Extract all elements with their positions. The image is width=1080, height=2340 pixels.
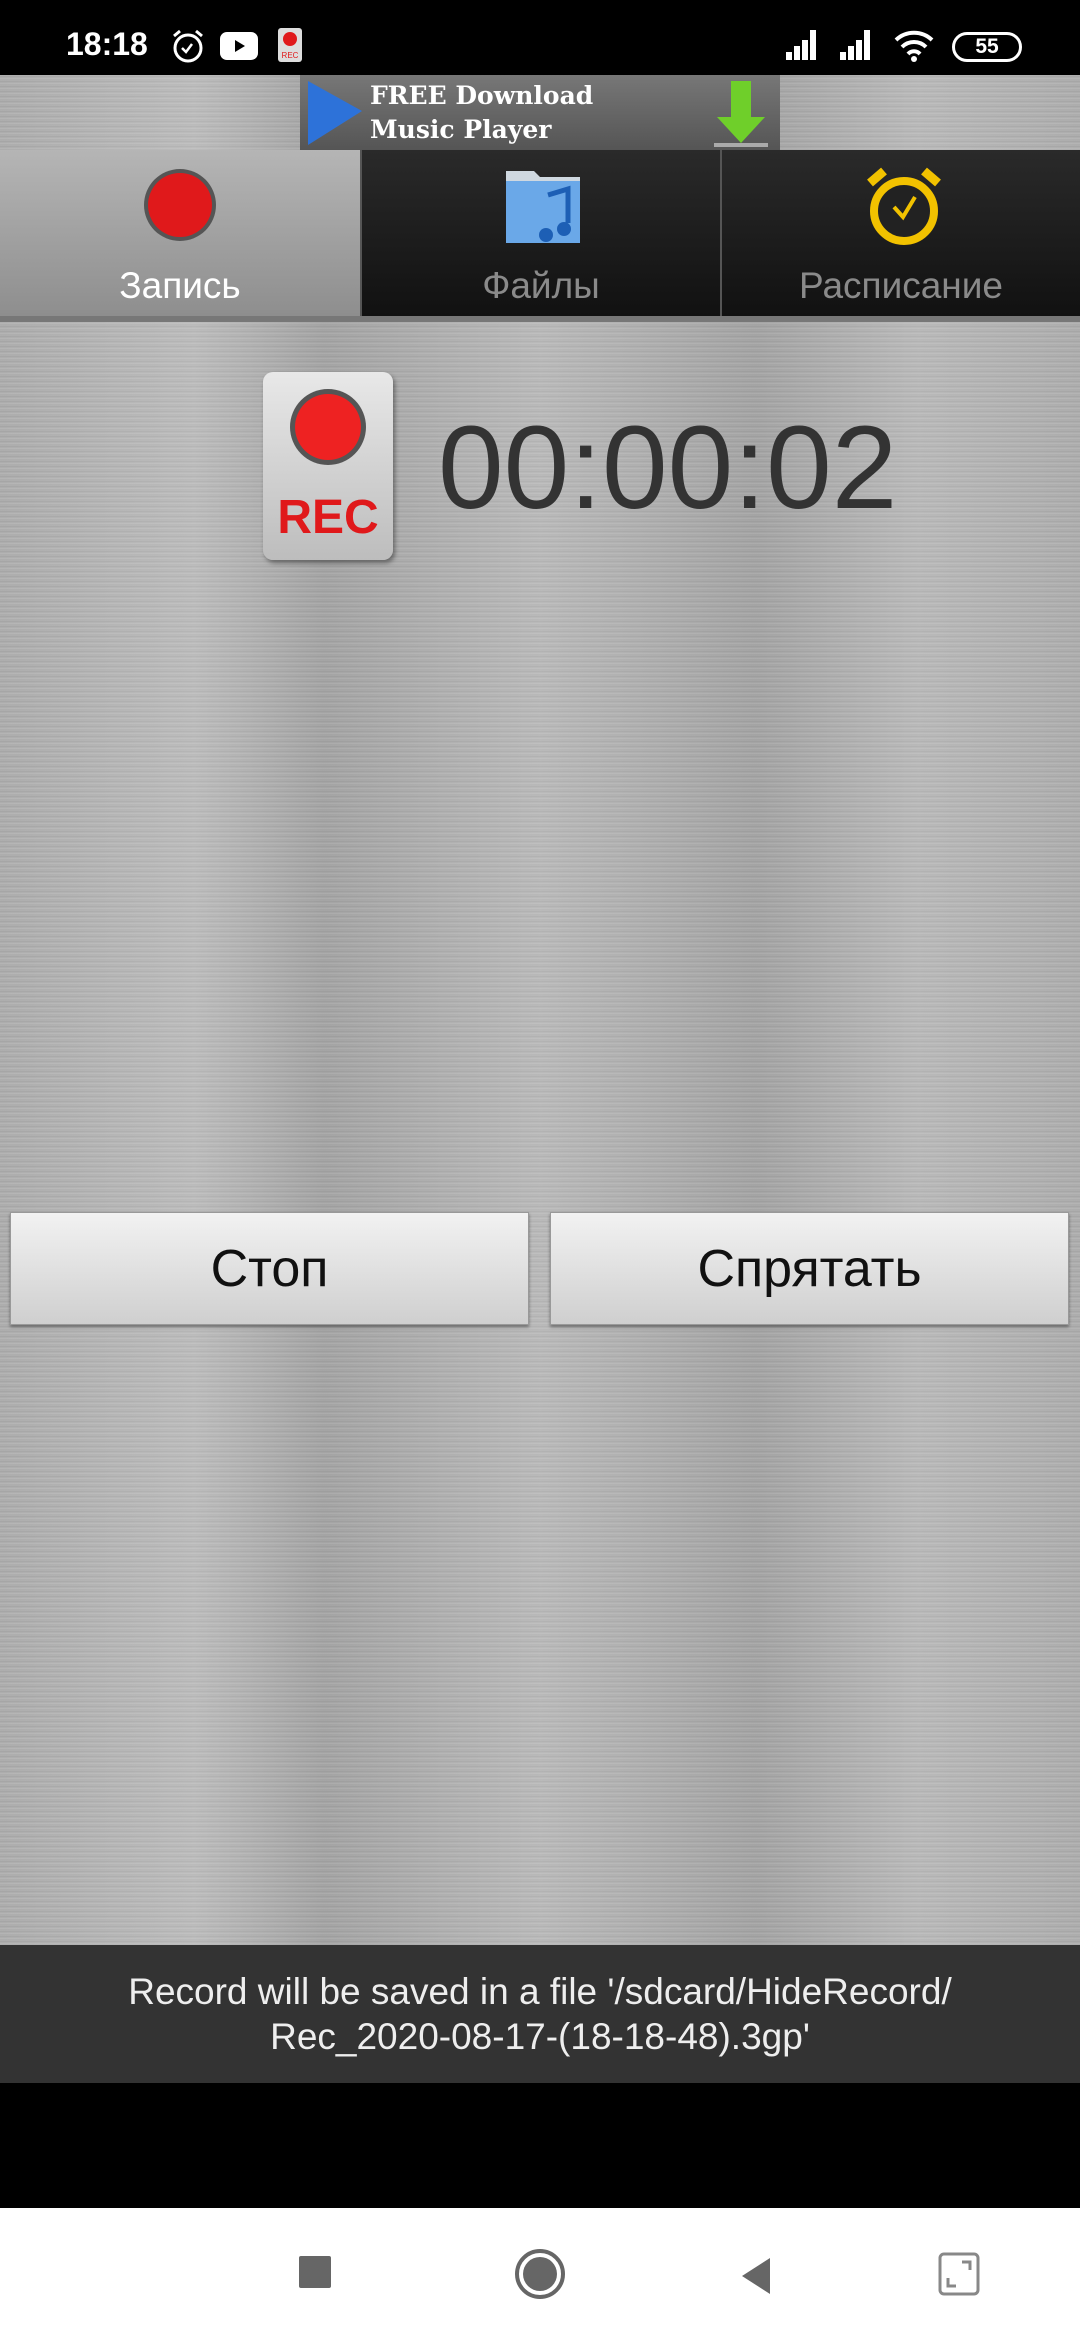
toast-message: Record will be saved in a file '/sdcard/…: [0, 1945, 1080, 2083]
rec-indicator: REC: [263, 372, 393, 560]
youtube-icon: [220, 32, 258, 60]
rotate-screen-icon[interactable]: [938, 2252, 980, 2296]
tab-files[interactable]: Файлы: [360, 150, 720, 316]
home-icon[interactable]: [514, 2248, 566, 2300]
recents-icon[interactable]: [299, 2256, 333, 2290]
battery-level: 55: [975, 35, 999, 58]
wifi-icon: [894, 30, 934, 62]
svg-text:REC: REC: [282, 51, 299, 60]
record-timer: 00:00:02: [438, 402, 898, 534]
ad-banner[interactable]: FREE Download Music Player: [300, 75, 780, 150]
battery-icon: 55: [952, 32, 1022, 62]
rec-app-icon: REC: [278, 28, 302, 62]
toast-line2: Rec_2020-08-17-(18-18-48).3gp': [270, 2016, 810, 2057]
hide-button[interactable]: Спрятать: [550, 1212, 1069, 1325]
music-folder-icon: [506, 171, 580, 243]
tab-record[interactable]: Запись: [0, 150, 360, 316]
back-icon[interactable]: [740, 2256, 774, 2296]
tab-label: Расписание: [799, 265, 1003, 306]
rec-badge: REC: [277, 491, 379, 544]
status-bar: 18:18 REC 55: [0, 0, 1080, 75]
ad-line2: Music Player: [370, 115, 552, 144]
tab-schedule[interactable]: Расписание: [720, 150, 1080, 316]
play-icon: [308, 81, 362, 145]
toast-line1: Record will be saved in a file '/sdcard/…: [128, 1971, 952, 2012]
status-time: 18:18: [66, 26, 148, 62]
download-arrow-icon: [714, 81, 768, 147]
ad-line1: FREE Download: [370, 81, 594, 110]
record-icon: [144, 169, 216, 241]
navigation-bar: [0, 2208, 1080, 2340]
signal-icon: [840, 30, 870, 60]
app-content: FREE Download Music Player Запись Файлы Р…: [0, 75, 1080, 1945]
tab-label: Файлы: [482, 265, 600, 306]
record-dot-icon: [290, 389, 366, 465]
tab-label: Запись: [119, 265, 241, 306]
signal-icon: [786, 30, 816, 60]
alarm-clock-icon: [867, 167, 941, 245]
stop-button[interactable]: Стоп: [10, 1212, 529, 1325]
alarm-icon: [173, 29, 203, 63]
tab-bar: Запись Файлы Расписание: [0, 150, 1080, 322]
